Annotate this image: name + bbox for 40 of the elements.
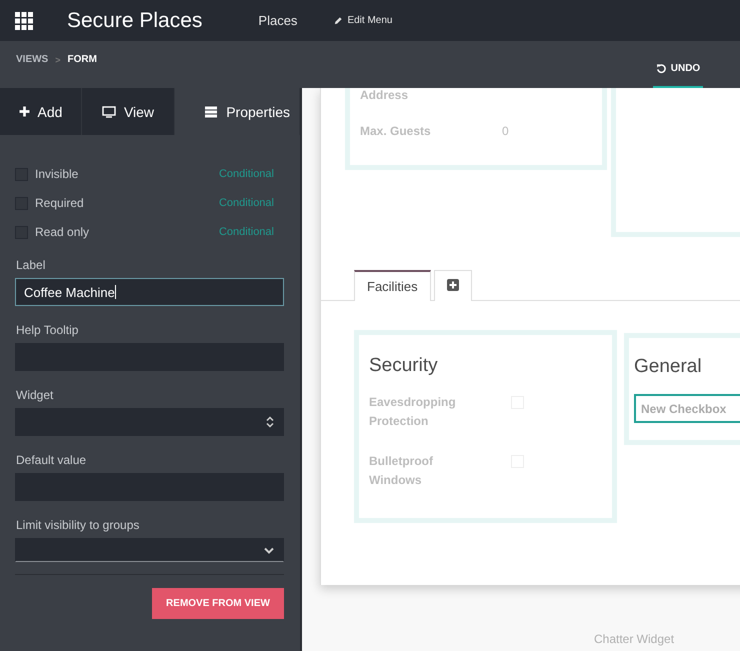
field-label: Widget [16,388,54,402]
remove-from-view-button[interactable]: REMOVE FROM VIEW [152,588,284,619]
add-tab-button[interactable] [434,270,472,301]
group-title: General [634,356,703,378]
breadcrumb-item[interactable]: VIEWS [16,54,48,65]
list-icon [204,106,218,118]
checkbox-label: Invisible [35,167,80,181]
field-label: Limit visibility to groups [16,518,140,532]
sidebar-tab[interactable]: View [82,88,175,135]
chevron-down-icon [264,546,274,554]
field-value: 0 [502,124,509,138]
text-field[interactable]: Coffee Machine [15,278,284,306]
pencil-icon [334,16,344,25]
field-label: Max. Guests [360,124,432,138]
group-title: Security [369,355,439,377]
up-down-arrows-icon [266,416,274,428]
checkbox-label: Required [35,196,85,210]
chatter-widget-label: Chatter Widget [594,632,674,646]
field-label: Eavesdropping Protection [369,394,457,430]
apps-grid-icon[interactable] [15,12,33,30]
field-label: Help Tooltip [16,323,80,337]
checkbox-label: Read only [35,225,90,239]
tags-field[interactable] [15,538,284,562]
field-label: New Checkbox [641,402,726,416]
breadcrumb-item: FORM [68,54,97,65]
monitor-icon [102,106,116,118]
select-field[interactable] [15,408,284,436]
field-label: Default value [16,453,88,467]
sidebar-tab[interactable]: Add [0,88,82,135]
plus-square-icon [446,278,459,290]
menu-link[interactable]: Places [258,13,298,28]
undo-icon [656,63,667,74]
field-label: Bulletproof Windows [369,453,434,489]
edit-menu-link[interactable]: Edit Menu [334,15,392,26]
plus-icon [18,106,30,117]
field-label: Label [16,258,46,272]
field-label: Address [360,88,410,102]
notebook-tab[interactable]: Facilities [354,270,431,301]
breadcrumb-separator: > [55,54,60,64]
app-title: Secure Places [67,8,202,32]
